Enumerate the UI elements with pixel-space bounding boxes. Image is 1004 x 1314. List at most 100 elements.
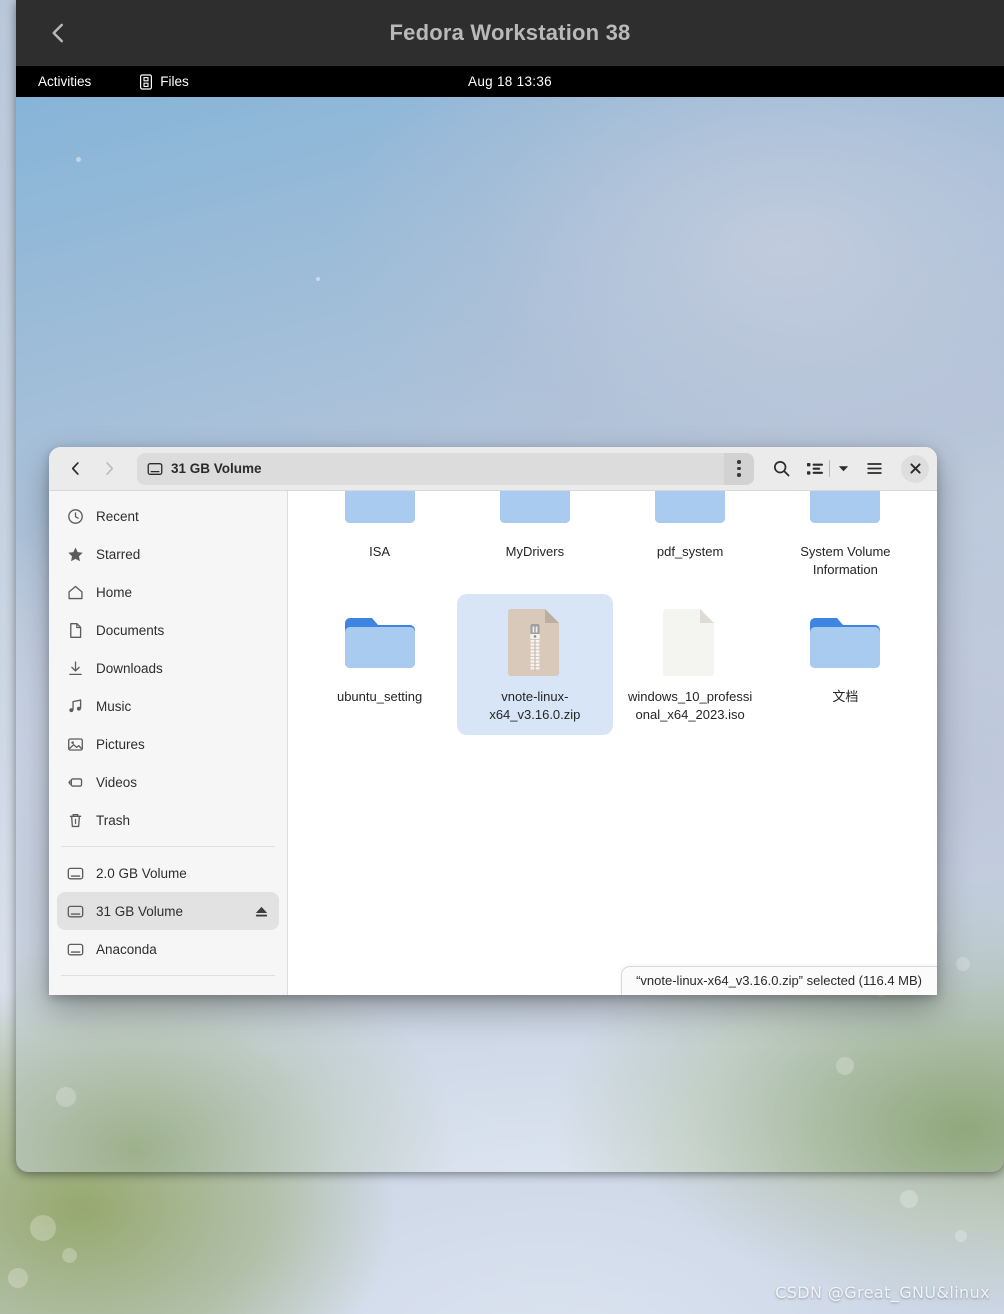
sidebar-item-label: Documents (96, 622, 165, 638)
file-item-ubuntu-setting[interactable]: ubuntu_setting (302, 594, 457, 735)
file-item-wendang[interactable]: 文档 (768, 594, 923, 735)
file-item-vnote-zip[interactable]: vnote-linux-x64_v3.16.0.zip (457, 593, 613, 735)
sidebar-item-label: Starred (96, 546, 141, 562)
sidebar-item-label: Anaconda (96, 941, 157, 957)
window-header-bar: 31 GB Volume (49, 447, 937, 491)
sidebar-item-label: Home (96, 584, 133, 600)
music-icon (69, 698, 82, 712)
files-window: 31 GB Volume Recent Starred Home Documen… (49, 447, 937, 995)
close-icon (909, 463, 921, 474)
files-icon (140, 73, 153, 90)
view-toggle-group (802, 453, 855, 485)
path-crumb-31gb-volume[interactable]: 31 GB Volume (147, 461, 262, 477)
path-bar: 31 GB Volume (137, 452, 754, 485)
path-bar-menu-button[interactable] (724, 452, 754, 485)
file-grid: ISA MyDrivers pdf_system System Volume I… (288, 491, 937, 735)
home-icon (68, 585, 83, 599)
chevron-right-icon (105, 462, 113, 475)
nav-forward-button[interactable] (93, 453, 125, 485)
file-item-windows-iso[interactable]: windows_10_professional_x64_2023.iso (613, 594, 768, 735)
drive-icon (67, 905, 84, 917)
file-item-label: ISA (369, 544, 391, 559)
sidebar-item-label: Other Locations (96, 995, 279, 996)
network-icon (67, 994, 84, 996)
file-item-label: MyDrivers (505, 544, 565, 559)
sidebar-item-label: Videos (96, 774, 138, 790)
sidebar-item-downloads[interactable]: Downloads (57, 649, 279, 687)
search-button[interactable] (764, 453, 798, 485)
sidebar-item-recent[interactable]: Recent (57, 497, 279, 535)
sidebar-item-31gb-volume[interactable]: 31 GB Volume (57, 892, 279, 930)
document-icon (70, 622, 82, 638)
file-item-mydrivers[interactable]: MyDrivers (457, 491, 612, 590)
sidebar-item-pictures[interactable]: Pictures (57, 725, 279, 763)
hamburger-menu-icon (866, 463, 882, 474)
path-crumb-label: 31 GB Volume (171, 461, 262, 476)
file-item-pdf-system[interactable]: pdf_system (613, 491, 768, 590)
file-item-system-volume-information[interactable]: System Volume Information (768, 491, 923, 590)
view-separator (829, 460, 830, 477)
view-list-icon (807, 462, 823, 475)
file-item-label: vnote-linux-x64_v3.16.0.zip (489, 688, 581, 723)
download-icon (69, 660, 82, 675)
sidebar-divider (61, 846, 275, 847)
sidebar-divider-2 (61, 975, 275, 976)
app-menu-label: Files (160, 74, 189, 89)
sidebar-item-videos[interactable]: Videos (57, 763, 279, 801)
harddisk-icon (147, 462, 163, 475)
file-item-label: windows_10_professional_x64_2023.iso (627, 688, 753, 723)
folder-icon (806, 491, 884, 535)
sidebar-item-label: Downloads (96, 660, 163, 676)
status-overlay: “vnote-linux-x64_v3.16.0.zip” selected (… (621, 966, 937, 995)
sidebar-item-music[interactable]: Music (57, 687, 279, 725)
archive-icon (496, 602, 574, 680)
vm-title: Fedora Workstation 38 (389, 20, 631, 45)
activities-button[interactable]: Activities (38, 74, 91, 89)
desktop-wallpaper: 31 GB Volume Recent Starred Home Documen… (16, 97, 1004, 1172)
file-item-isa[interactable]: ISA (302, 491, 457, 590)
sidebar-item-home[interactable]: Home (57, 573, 279, 611)
sidebar-item-anaconda[interactable]: Anaconda (57, 930, 279, 968)
file-item-label: pdf_system (656, 544, 724, 559)
view-list-button[interactable] (802, 453, 828, 485)
view-more-icon (737, 460, 741, 477)
vm-back-button[interactable] (30, 5, 86, 61)
sidebar-item-label: Recent (96, 508, 139, 524)
window-close-button[interactable] (901, 454, 929, 483)
sidebar-item-label: Music (96, 698, 132, 714)
gnome-top-bar: Activities Files Aug 18 13:36 (16, 66, 1004, 97)
sidebar-item-trash[interactable]: Trash (57, 801, 279, 839)
sidebar-item-label: Trash (96, 812, 131, 828)
trash-icon (69, 813, 82, 827)
app-menu-files[interactable]: Files (139, 73, 189, 90)
sidebar-item-label: 31 GB Volume (96, 903, 184, 919)
file-icon (651, 602, 729, 680)
vm-viewport: Fedora Workstation 38 Activities Files A… (16, 0, 1004, 1172)
folder-icon (806, 602, 884, 680)
vm-titlebar: Fedora Workstation 38 (16, 0, 1004, 66)
sidebar-item-starred[interactable]: Starred (57, 535, 279, 573)
folder-icon (341, 602, 419, 680)
eject-icon[interactable] (254, 904, 269, 919)
folder-icon (651, 491, 729, 535)
sidebar-item-label: Pictures (96, 736, 145, 752)
main-menu-button[interactable] (857, 453, 891, 485)
watermark: CSDN @Great_GNU&linux (775, 1283, 990, 1302)
sidebar-item-2gb-volume[interactable]: 2.0 GB Volume (57, 854, 279, 892)
video-icon (68, 777, 83, 787)
folder-icon (496, 491, 574, 535)
sidebar-item-documents[interactable]: Documents (57, 611, 279, 649)
sidebar: Recent Starred Home Documents Downloads … (49, 491, 288, 995)
sidebar-item-other-locations[interactable]: Other Locations (57, 983, 279, 996)
view-options-dropdown[interactable] (831, 453, 855, 485)
window-body: Recent Starred Home Documents Downloads … (49, 491, 937, 995)
search-icon (773, 460, 789, 477)
nav-back-button[interactable] (59, 453, 91, 485)
page-root: Fedora Workstation 38 Activities Files A… (0, 0, 1004, 1314)
drive-icon (67, 867, 84, 879)
chevron-left-icon (71, 462, 79, 475)
star-icon (68, 547, 83, 561)
file-item-label: System Volume Information (800, 544, 891, 578)
file-grid-view[interactable]: ISA MyDrivers pdf_system System Volume I… (288, 491, 937, 995)
folder-icon (341, 491, 419, 535)
